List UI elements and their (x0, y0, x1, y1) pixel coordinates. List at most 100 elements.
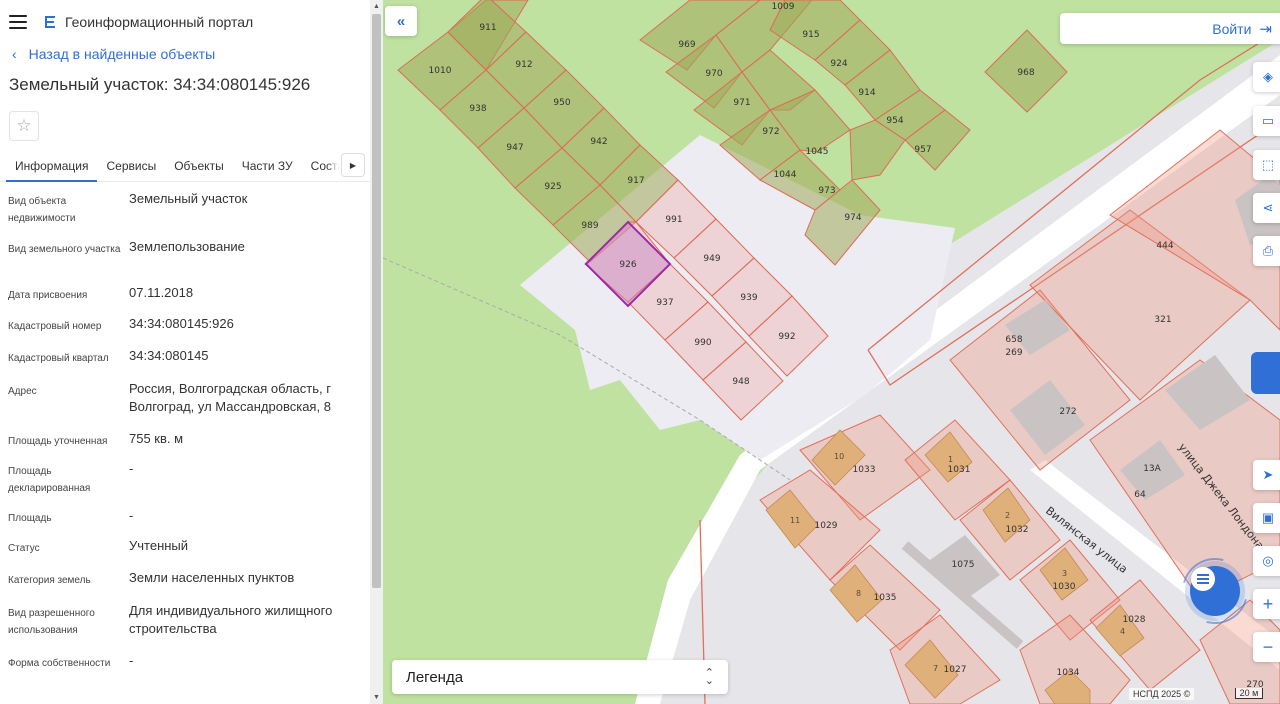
map-view[interactable]: 1009 911 969 915 1010 912 970 924 968 938 950 971 91… (383, 0, 1280, 704)
printer-icon: ⎙ (1262, 243, 1274, 258)
plot-label-937: 937 (656, 298, 673, 308)
area-select-button[interactable]: ⬚ (1253, 150, 1280, 180)
plot-label-949: 949 (703, 254, 720, 264)
map-attribution: НСПД 2025 © (1129, 688, 1195, 700)
tab-services[interactable]: Сервисы (97, 152, 165, 182)
chat-button[interactable] (1190, 566, 1240, 616)
properties-list: Вид объекта недвижимости Земельный участ… (0, 190, 370, 682)
login-button[interactable]: Войти ⇥ (1060, 13, 1280, 44)
layers-icon: ◈ (1263, 69, 1273, 84)
tabs-bar: Информация Сервисы Объекты Части ЗУ Сост… (0, 152, 370, 182)
legend-dropdown[interactable]: Легенда ⌃ ⌄ (392, 660, 728, 694)
scrollbar-thumb[interactable] (372, 14, 381, 588)
scroll-up-icon[interactable]: ▲ (373, 3, 380, 10)
app-root: Геоинформационный портал ‹ Назад в найде… (0, 0, 1280, 704)
property-row: Вид объекта недвижимости Земельный участ… (8, 190, 370, 238)
plot-label-969: 969 (678, 40, 695, 50)
back-to-results-link[interactable]: ‹ Назад в найденные объекты (0, 43, 370, 65)
area-select-icon: ⬚ (1261, 157, 1275, 172)
layers-button[interactable]: ◈ (1253, 62, 1280, 92)
minimap-button[interactable]: ▣ (1253, 503, 1280, 533)
property-value: 34:34:080145 (129, 348, 209, 363)
plot-label-938: 938 (469, 104, 486, 114)
collapse-panel-button[interactable]: « (385, 6, 417, 36)
plot-label-989: 989 (581, 221, 598, 231)
tab-information[interactable]: Информация (6, 152, 98, 182)
property-label: Адрес (8, 386, 37, 397)
plot-label-1027: 1027 (944, 665, 967, 675)
property-label: Дата присвоения (8, 290, 88, 301)
tab-parts[interactable]: Части ЗУ (233, 152, 302, 182)
plot-label-972: 972 (762, 127, 779, 137)
plot-label-971: 971 (733, 98, 750, 108)
share-button[interactable]: ⋖ (1253, 193, 1280, 223)
ruler-icon: ▭ (1261, 113, 1275, 128)
plot-label-13А: 13А (1143, 464, 1161, 474)
plot-label-1031: 1031 (948, 465, 971, 475)
plot-label-992: 992 (778, 332, 795, 342)
plot-label-1035: 1035 (874, 593, 897, 603)
locate-button[interactable]: ➤ (1253, 460, 1280, 490)
scroll-down-icon[interactable]: ▼ (373, 694, 380, 701)
plot-label-1028: 1028 (1123, 615, 1146, 625)
side-panel-badge[interactable] (1251, 352, 1280, 394)
plot-label-272: 272 (1059, 407, 1076, 417)
tab-objects[interactable]: Объекты (165, 152, 233, 182)
minus-icon: − (1262, 636, 1274, 657)
sidebar-panel: Геоинформационный портал ‹ Назад в найде… (0, 0, 370, 704)
navigation-arrow-icon: ➤ (1262, 467, 1274, 482)
property-label: Площадь уточненная (8, 436, 108, 447)
map-canvas[interactable]: 1009 911 969 915 1010 912 970 924 968 938 950 971 91… (383, 0, 1280, 704)
property-value: - (129, 508, 134, 523)
back-link-label: Назад в найденные объекты (28, 46, 216, 62)
login-icon: ⇥ (1259, 20, 1272, 38)
property-row: Площадь декларированная - (8, 460, 370, 507)
ruler-button[interactable]: ▭ (1253, 106, 1280, 136)
plot-label-1029: 1029 (815, 521, 838, 531)
property-row: Категория земель Земли населенных пункто… (8, 569, 370, 602)
plot-label-1030: 1030 (1053, 582, 1076, 592)
property-value: Землепользование (129, 239, 245, 254)
location-search-icon: ◎ (1262, 553, 1274, 568)
search-location-button[interactable]: ◎ (1253, 546, 1280, 576)
building-number-11: 11 (790, 516, 800, 525)
plot-label-939: 939 (740, 293, 757, 303)
property-label: Кадастровый квартал (8, 353, 109, 364)
plot-label-1044: 1044 (774, 170, 797, 180)
tabs-next-button[interactable]: ▶ (341, 153, 365, 177)
login-label: Войти (1212, 20, 1252, 37)
plot-label-924: 924 (830, 59, 847, 69)
portal-logo-icon (45, 16, 55, 28)
favorite-button[interactable]: ☆ (9, 111, 39, 141)
zoom-in-button[interactable]: + (1253, 589, 1280, 619)
plot-label-991: 991 (665, 215, 682, 225)
plot-label-926: 926 (619, 260, 636, 270)
property-label: Вид объекта недвижимости (8, 196, 76, 224)
chevron-left-icon: ‹ (12, 46, 17, 62)
plot-label-950: 950 (553, 98, 570, 108)
property-value: Для индивидуального жилищного строительс… (129, 603, 333, 636)
property-row: Площадь уточненная 755 кв. м (8, 430, 370, 460)
print-button[interactable]: ⎙ (1253, 236, 1280, 266)
menu-icon[interactable] (9, 15, 27, 29)
building-number-8: 8 (856, 589, 861, 598)
building-number-7: 7 (933, 664, 938, 673)
map-scale: 20 м (1235, 688, 1263, 699)
minimap-icon: ▣ (1261, 510, 1275, 525)
plot-label-954: 954 (886, 116, 903, 126)
plot-label-970: 970 (705, 69, 722, 79)
property-row: Кадастровый номер 34:34:080145:926 (8, 315, 370, 347)
plot-label-912: 912 (515, 60, 532, 70)
property-value: Земельный участок (129, 191, 248, 206)
plot-label-974: 974 (844, 213, 861, 223)
expand-icon: ⌃ ⌄ (704, 667, 714, 687)
plot-label-1032: 1032 (1006, 525, 1029, 535)
property-row: Кадастровый квартал 34:34:080145 (8, 347, 370, 380)
property-value: Учтенный (129, 538, 189, 553)
sidebar-scrollbar[interactable]: ▲ ▼ (370, 0, 383, 704)
zoom-out-button[interactable]: − (1253, 632, 1280, 662)
plot-label-444: 444 (1156, 241, 1173, 251)
app-title: Геоинформационный портал (65, 14, 254, 30)
property-label: Вид земельного участка (8, 244, 121, 255)
property-value: 07.11.2018 (129, 285, 194, 300)
